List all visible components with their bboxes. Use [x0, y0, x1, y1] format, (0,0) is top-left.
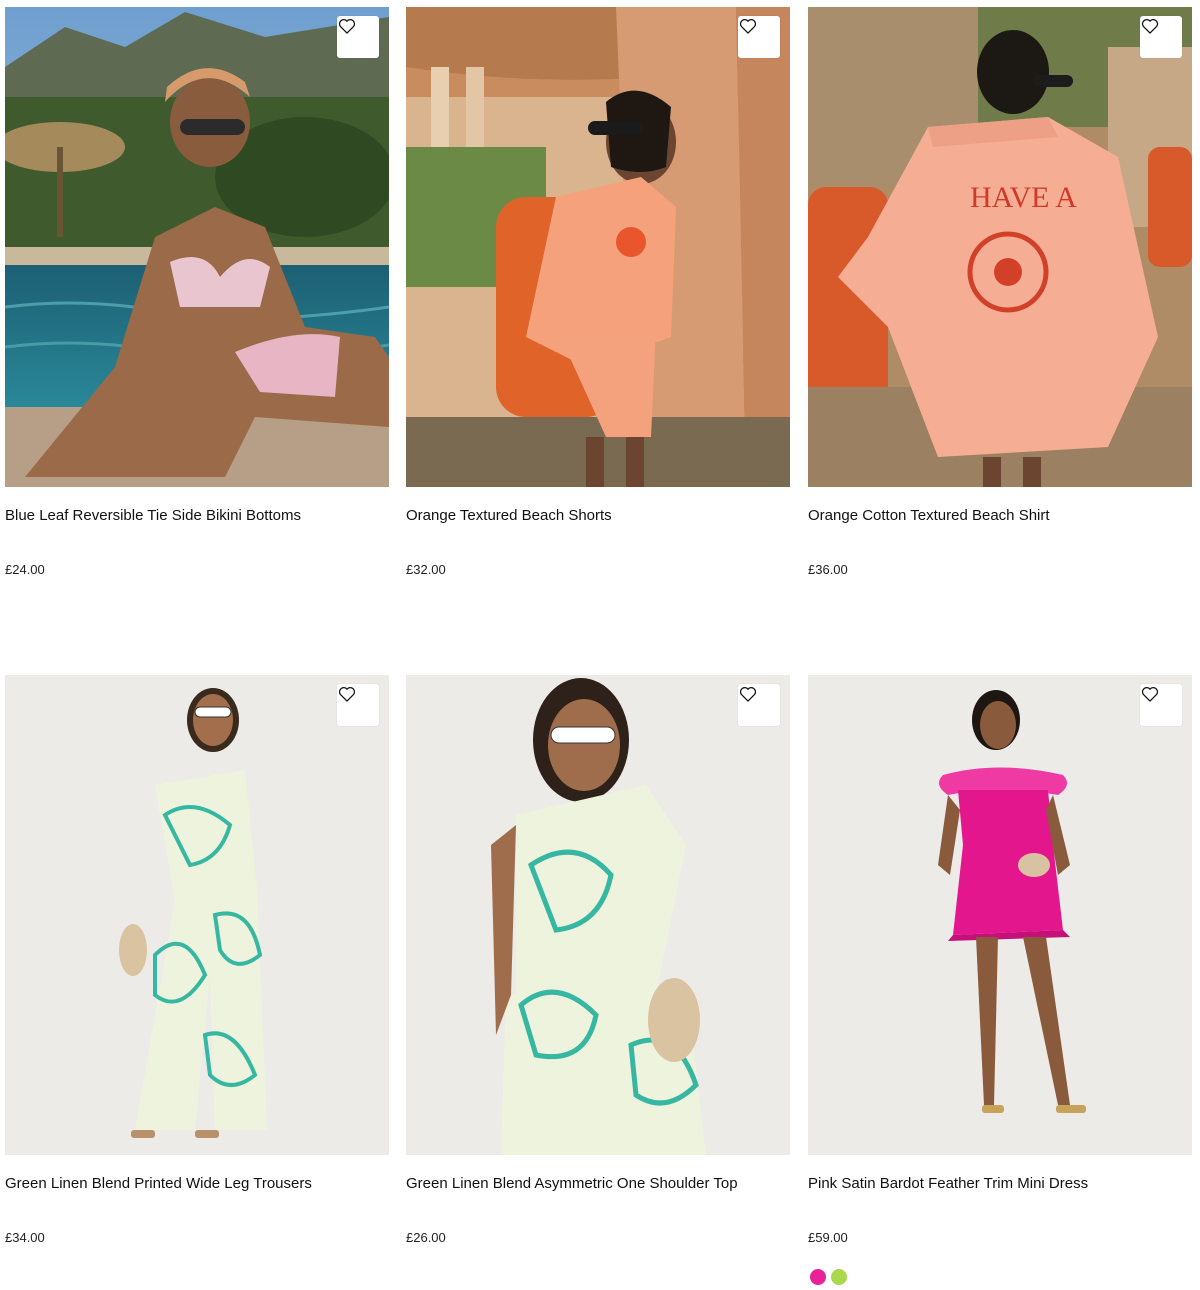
pool-scene-image [5, 7, 389, 487]
product-image[interactable] [5, 7, 389, 487]
product-card[interactable]: Pink Satin Bardot Feather Trim Mini Dres… [808, 675, 1192, 1290]
product-price: £34.00 [5, 1230, 45, 1245]
one-shoulder-top-image [406, 675, 790, 1155]
product-price: £26.00 [406, 1230, 446, 1245]
heart-outline-icon [739, 19, 757, 34]
wishlist-button[interactable] [738, 16, 780, 58]
product-price: £24.00 [5, 562, 45, 577]
product-card[interactable]: Green Linen Blend Printed Wide Leg Trous… [5, 675, 389, 1290]
heart-outline-icon [338, 19, 356, 34]
product-price: £36.00 [808, 562, 848, 577]
wishlist-button[interactable] [1140, 684, 1182, 726]
product-image[interactable] [406, 675, 790, 1155]
wishlist-button[interactable] [337, 16, 379, 58]
product-image[interactable]: HAVE A [808, 7, 1192, 487]
color-swatch-green[interactable] [831, 1269, 847, 1285]
product-card[interactable]: HAVE A Orange Cotton Textured Beach Shir… [808, 7, 1192, 627]
product-price: £32.00 [406, 562, 446, 577]
color-swatch-pink[interactable] [810, 1269, 826, 1285]
wide-leg-trousers-image [5, 675, 389, 1155]
shirt-embroidery-text: HAVE A [970, 181, 1077, 214]
wishlist-button[interactable] [337, 684, 379, 726]
product-image[interactable] [406, 7, 790, 487]
product-title[interactable]: Green Linen Blend Asymmetric One Shoulde… [406, 1175, 738, 1193]
beach-shorts-image [406, 7, 790, 487]
product-price: £59.00 [808, 1230, 848, 1245]
heart-outline-icon [1141, 687, 1159, 702]
product-image[interactable] [808, 675, 1192, 1155]
product-grid: Blue Leaf Reversible Tie Side Bikini Bot… [0, 0, 1200, 1290]
heart-outline-icon [1141, 19, 1159, 34]
heart-outline-icon [739, 687, 757, 702]
product-title[interactable]: Orange Textured Beach Shorts [406, 507, 612, 525]
product-title[interactable]: Pink Satin Bardot Feather Trim Mini Dres… [808, 1175, 1088, 1193]
color-swatches [810, 1269, 847, 1285]
pink-mini-dress-image [808, 675, 1192, 1155]
beach-shirt-image: HAVE A [808, 7, 1192, 487]
product-image[interactable] [5, 675, 389, 1155]
product-card[interactable]: Blue Leaf Reversible Tie Side Bikini Bot… [5, 7, 389, 627]
product-card[interactable]: Green Linen Blend Asymmetric One Shoulde… [406, 675, 790, 1290]
wishlist-button[interactable] [1140, 16, 1182, 58]
heart-outline-icon [338, 687, 356, 702]
product-card[interactable]: Orange Textured Beach Shorts £32.00 [406, 7, 790, 627]
product-title[interactable]: Blue Leaf Reversible Tie Side Bikini Bot… [5, 507, 301, 525]
product-title[interactable]: Green Linen Blend Printed Wide Leg Trous… [5, 1175, 312, 1193]
wishlist-button[interactable] [738, 684, 780, 726]
product-title[interactable]: Orange Cotton Textured Beach Shirt [808, 507, 1050, 525]
